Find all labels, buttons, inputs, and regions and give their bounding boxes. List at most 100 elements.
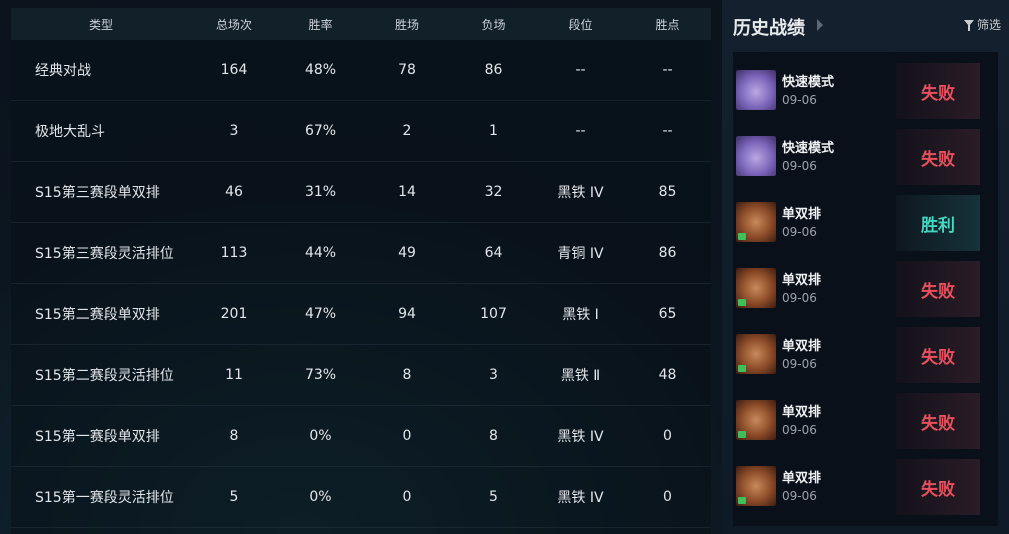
cell-lp: 86: [658, 245, 677, 261]
champion-avatar: [736, 400, 776, 440]
cell-lp: 65: [658, 306, 677, 322]
cell-winrate: 48%: [304, 62, 337, 78]
cell-type: S15第一赛段单双排: [35, 429, 160, 445]
cell-lp: 0: [663, 489, 672, 505]
header-rank: 段位: [568, 17, 593, 32]
cell-total: 11: [225, 367, 243, 383]
match-item[interactable]: 单双排 09-06 失败: [733, 393, 980, 449]
cell-wins: 2: [402, 123, 412, 139]
champion-avatar: [736, 334, 776, 374]
cell-winrate: 0%: [309, 428, 332, 444]
match-item[interactable]: 单双排 09-06 失败: [733, 261, 980, 317]
cell-rank: 黑铁 Ⅱ: [560, 368, 601, 384]
history-header: 历史战绩 筛选: [722, 0, 1009, 52]
cell-wins: 8: [402, 367, 412, 383]
cell-losses: 3: [489, 367, 498, 383]
cell-wins: 49: [398, 245, 416, 261]
level-badge-icon: [738, 299, 746, 306]
cell-type: S15第二赛段单双排: [35, 307, 160, 323]
cell-total: 164: [220, 62, 248, 78]
header-losses: 负场: [481, 17, 506, 32]
match-date: 09-06: [782, 93, 817, 107]
table-row[interactable]: S15第三赛段灵活排位 113 44% 49 64 青铜 IV 86: [11, 223, 711, 284]
chevron-right-icon[interactable]: [817, 19, 823, 31]
champion-avatar: [736, 202, 776, 242]
filter-icon: [963, 19, 974, 31]
cell-total: 113: [220, 245, 248, 261]
cell-rank: --: [575, 62, 586, 78]
header-total: 总场次: [215, 17, 252, 32]
cell-rank: 青铜 IV: [557, 246, 604, 262]
cell-type: S15第三赛段灵活排位: [35, 246, 174, 262]
cell-winrate: 73%: [304, 367, 337, 383]
cell-winrate: 67%: [304, 123, 337, 139]
match-mode: 快速模式: [782, 141, 835, 156]
match-mode: 单双排: [782, 405, 822, 420]
match-item[interactable]: 快速模式 09-06 失败: [733, 129, 980, 185]
cell-type: S15第三赛段单双排: [35, 185, 160, 201]
match-item[interactable]: 单双排 09-06 失败: [733, 459, 980, 515]
table-row[interactable]: 经典对战 164 48% 78 86 -- --: [11, 40, 711, 101]
match-result: 失败: [896, 327, 980, 383]
filter-label: 筛选: [976, 18, 1001, 32]
cell-wins: 0: [402, 489, 412, 505]
table-row[interactable]: S15第二赛段灵活排位 11 73% 8 3 黑铁 Ⅱ 48: [11, 345, 711, 406]
cell-rank: 黑铁 IV: [557, 429, 604, 445]
table-row[interactable]: S15第二赛段单双排 201 47% 94 107 黑铁 Ⅰ 65: [11, 284, 711, 345]
level-badge-icon: [738, 431, 746, 438]
match-mode: 快速模式: [782, 75, 835, 90]
cell-total: 3: [229, 123, 239, 139]
match-item[interactable]: 单双排 09-06 失败: [733, 327, 980, 383]
table-row[interactable]: S15第三赛段单双排 46 31% 14 32 黑铁 IV 85: [11, 162, 711, 223]
history-title[interactable]: 历史战绩: [733, 14, 805, 40]
cell-losses: 86: [484, 62, 503, 78]
cell-lp: --: [662, 62, 673, 78]
match-result: 失败: [896, 129, 980, 185]
cell-total: 46: [225, 184, 243, 200]
cell-losses: 32: [484, 184, 503, 200]
champion-avatar: [736, 466, 776, 506]
table-row[interactable]: S15第一赛段灵活排位 5 0% 0 5 黑铁 IV 0: [11, 467, 711, 528]
match-result: 失败: [896, 63, 980, 119]
cell-losses: 107: [480, 306, 507, 322]
cell-winrate: 31%: [304, 184, 337, 200]
match-item[interactable]: 快速模式 09-06 失败: [733, 63, 980, 119]
cell-wins: 94: [398, 306, 416, 322]
cell-lp: 48: [658, 367, 677, 383]
table-row[interactable]: S15第一赛段单双排 8 0% 0 8 黑铁 IV 0: [11, 406, 711, 467]
level-badge-icon: [738, 497, 746, 504]
level-badge-icon: [738, 365, 746, 372]
match-result: 失败: [896, 459, 980, 515]
match-date: 09-06: [782, 423, 817, 437]
cell-total: 201: [220, 306, 248, 322]
match-result: 胜利: [896, 195, 980, 251]
header-type: 类型: [88, 17, 113, 32]
cell-rank: --: [575, 123, 586, 139]
cell-total: 5: [229, 489, 239, 505]
cell-type: 极地大乱斗: [35, 124, 105, 140]
cell-wins: 78: [398, 62, 416, 78]
cell-type: S15第二赛段灵活排位: [35, 368, 174, 384]
match-item[interactable]: 单双排 09-06 胜利: [733, 195, 980, 251]
cell-winrate: 44%: [304, 245, 337, 261]
table-row[interactable]: 极地大乱斗 3 67% 2 1 -- --: [11, 101, 711, 162]
match-date: 09-06: [782, 291, 817, 305]
cell-winrate: 47%: [304, 306, 337, 322]
stats-table: 类型 总场次 胜率 胜场 负场 段位 胜点 经典对战 164 48% 78 86 -- --…: [11, 8, 711, 534]
cell-losses: 5: [489, 489, 498, 505]
match-mode: 单双排: [782, 339, 822, 354]
filter-button[interactable]: 筛选: [963, 16, 1001, 33]
match-date: 09-06: [782, 489, 817, 503]
cell-losses: 8: [489, 428, 498, 444]
cell-type: 经典对战: [35, 63, 91, 79]
cell-winrate: 0%: [309, 489, 332, 505]
header-winrate: 胜率: [308, 17, 333, 32]
cell-total: 8: [229, 428, 239, 444]
table-header: 类型 总场次 胜率 胜场 负场 段位 胜点: [11, 8, 711, 40]
cell-losses: 64: [484, 245, 503, 261]
champion-avatar: [736, 136, 776, 176]
match-mode: 单双排: [782, 207, 822, 222]
cell-wins: 14: [398, 184, 416, 200]
champion-avatar: [736, 268, 776, 308]
header-lp: 胜点: [655, 17, 680, 32]
